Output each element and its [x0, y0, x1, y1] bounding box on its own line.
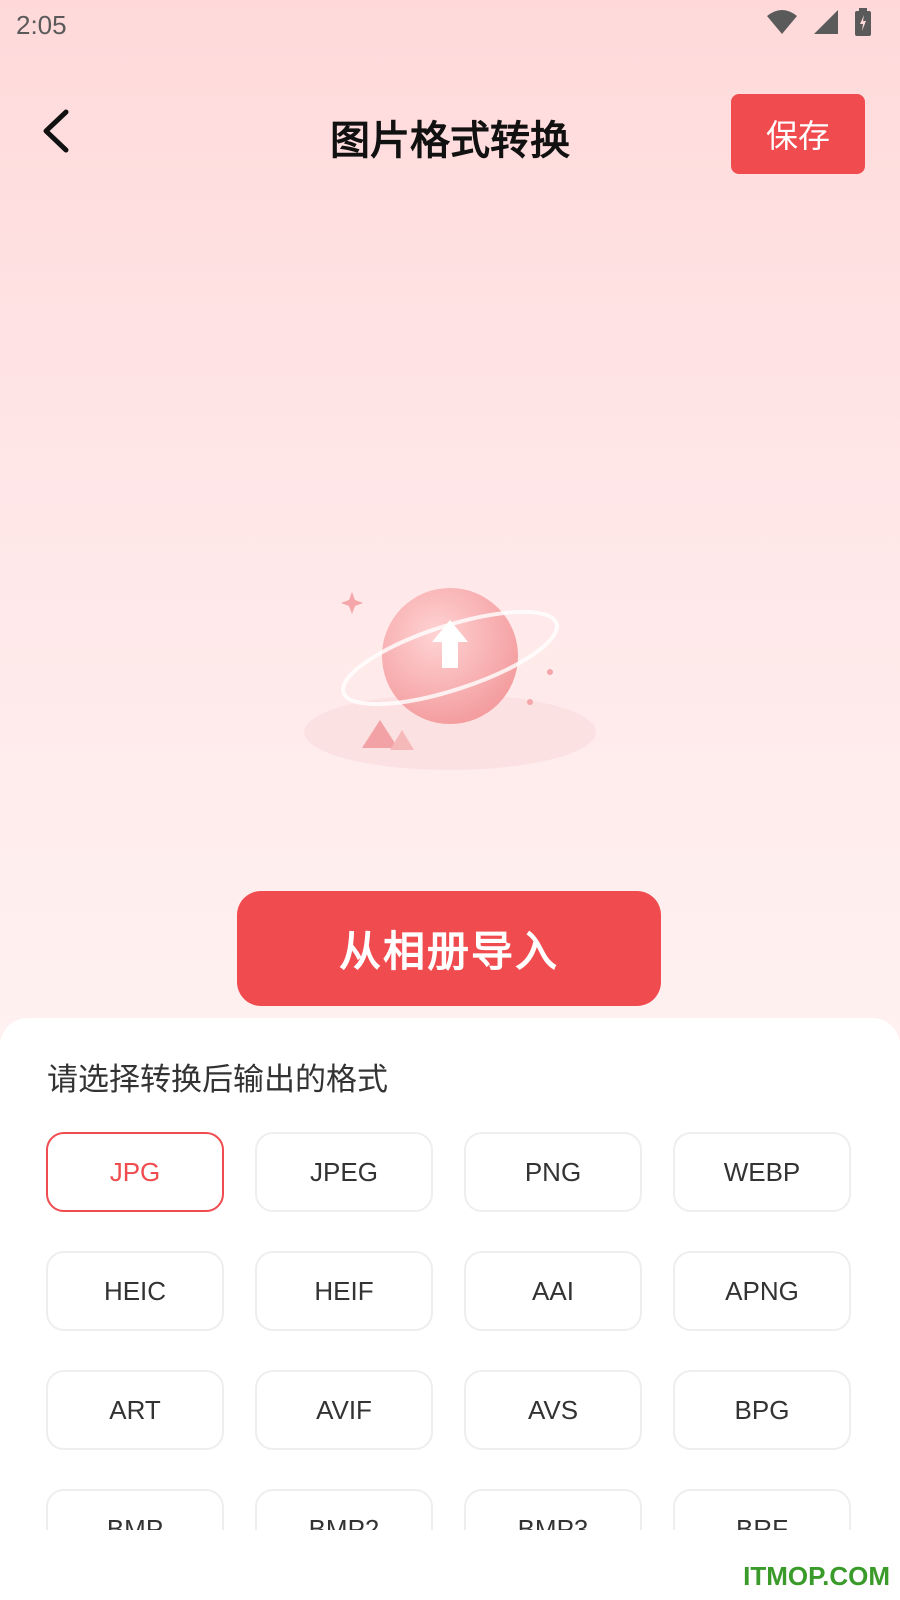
save-button[interactable]: 保存: [731, 94, 865, 174]
import-from-album-button[interactable]: 从相册导入: [237, 891, 661, 1006]
watermark-logo: ITMOP.COM: [743, 1561, 890, 1591]
format-option-webp[interactable]: WEBP: [673, 1132, 851, 1212]
status-time: 2:05: [16, 10, 67, 40]
format-option-art[interactable]: ART: [46, 1370, 224, 1450]
status-icons: [766, 8, 872, 36]
format-option-avif[interactable]: AVIF: [255, 1370, 433, 1450]
format-selection-sheet: 请选择转换后输出的格式 JPG JPEG PNG WEBP HEIC HEIF …: [0, 1018, 900, 1530]
wifi-icon: [767, 10, 797, 34]
battery-icon: [855, 8, 871, 36]
format-option-avs[interactable]: AVS: [464, 1370, 642, 1450]
format-option-bpg[interactable]: BPG: [673, 1370, 851, 1450]
format-option-apng[interactable]: APNG: [673, 1251, 851, 1331]
format-option-heif[interactable]: HEIF: [255, 1251, 433, 1331]
format-sheet-title: 请选择转换后输出的格式: [47, 1062, 388, 1098]
format-option-brf[interactable]: BRF: [673, 1489, 851, 1530]
status-bar: 2:05: [0, 0, 900, 50]
format-option-bmp2[interactable]: BMP2: [255, 1489, 433, 1530]
cellular-signal-icon: [814, 10, 838, 34]
format-option-bmp[interactable]: BMP: [46, 1489, 224, 1530]
format-option-png[interactable]: PNG: [464, 1132, 642, 1212]
format-option-jpg[interactable]: JPG: [46, 1132, 224, 1212]
upload-illustration[interactable]: [300, 580, 600, 780]
format-option-bmp3[interactable]: BMP3: [464, 1489, 642, 1530]
format-option-heic[interactable]: HEIC: [46, 1251, 224, 1331]
app-header: 图片格式转换 保存: [0, 90, 900, 176]
format-option-jpeg[interactable]: JPEG: [255, 1132, 433, 1212]
upload-planet-icon: [304, 588, 596, 770]
format-option-aai[interactable]: AAI: [464, 1251, 642, 1331]
